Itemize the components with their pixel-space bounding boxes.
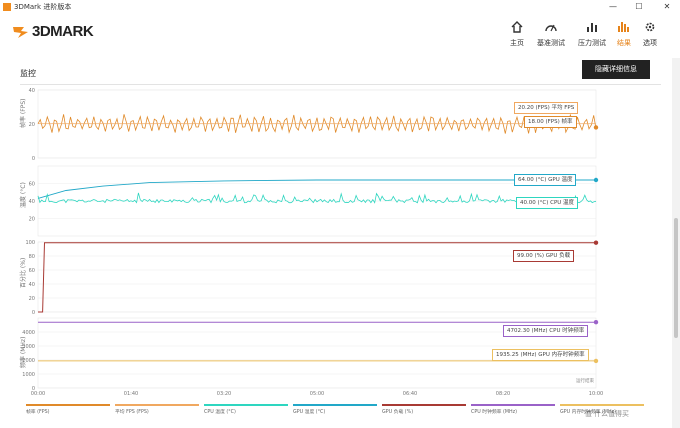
app-header: 3DMARK 主页 基准测试 压力测试 结果 选项 (0, 14, 680, 56)
3dmark-logo-icon (13, 27, 28, 38)
hide-details-button[interactable]: 隐藏详细信息 (582, 60, 650, 79)
y-tick-label: 40 (29, 199, 35, 205)
x-tick-label: 10:00 (589, 391, 603, 397)
legend-label: CPU 时钟频率 (MHz) (471, 408, 517, 415)
nav-options-label: 选项 (643, 39, 657, 47)
y-tick-label: 0 (32, 310, 35, 316)
legend-swatch (293, 404, 377, 406)
page-title: 监控 (20, 69, 36, 78)
scrollbar-thumb[interactable] (674, 218, 678, 338)
x-tick-label: 01:40 (124, 391, 138, 397)
scrollbar[interactable] (672, 58, 680, 428)
x-tick-label: 00:00 (31, 391, 45, 397)
y-tick-label: 60 (29, 268, 35, 274)
stress-chart-icon (587, 23, 597, 32)
y-tick-label: 40 (29, 282, 35, 288)
temp-axis-label: 温度 (°C) (20, 182, 27, 208)
close-button[interactable]: ✕ (654, 0, 680, 14)
legend-label: 帧率 (FPS) (26, 408, 50, 415)
gpu-clock-callout: 1935.25 (MHz) GPU 内存时钟频率 (492, 349, 589, 361)
legend-label: CPU 温度 (°C) (204, 408, 236, 415)
avgfps-callout: 20.20 (FPS) 平均 FPS (514, 102, 579, 114)
results-chart-icon (618, 22, 629, 32)
nav-home-label: 主页 (510, 39, 524, 47)
legend-label: GPU 温度 (°C) (293, 408, 325, 415)
cpu-temp-callout: 40.00 (°C) CPU 温度 (516, 197, 579, 209)
percent-axis-label: 百分比 (%) (20, 257, 27, 288)
home-icon (511, 21, 523, 33)
divider (20, 84, 661, 85)
y-tick-label: 40 (29, 88, 35, 94)
y-tick-label: 60 (29, 182, 35, 188)
fps-callout: 18.00 (FPS) 帧率 (524, 116, 577, 128)
app-window: 3DMark 进阶版本 — ☐ ✕ 3DMARK 主页 基准测试 压力测试 结果 (0, 0, 680, 428)
window-title: 3DMark 进阶版本 (14, 3, 72, 11)
x-tick-label: 06:40 (403, 391, 417, 397)
x-tick-label: 05:00 (310, 391, 324, 397)
nav-results[interactable]: 结果 (612, 18, 636, 52)
nav-results-label: 结果 (617, 39, 631, 47)
gear-icon (645, 22, 655, 32)
legend-swatch (560, 404, 644, 406)
cpu-clock-end-marker (593, 319, 599, 325)
title-bar: 3DMark 进阶版本 — ☐ ✕ (0, 0, 680, 15)
y-tick-label: 100 (25, 240, 35, 246)
nav-benchmarks-label: 基准测试 (537, 39, 565, 47)
gpu-temp-callout: 64.00 (°C) GPU 温度 (514, 174, 577, 186)
cpu-clock-callout: 4702.30 (MHz) CPU 时钟频率 (503, 325, 589, 337)
nav-stress-tests[interactable]: 压力测试 (572, 18, 612, 52)
minimize-button[interactable]: — (600, 0, 626, 14)
gpu-clock-end-marker (593, 358, 599, 364)
legend-label: 平均 FPS (FPS) (115, 408, 149, 415)
y-tick-label: 1000 (22, 372, 35, 378)
gauge-icon (545, 24, 557, 32)
nav-stress-tests-label: 压力测试 (578, 39, 606, 47)
y-tick-label: 4000 (22, 330, 35, 336)
legend-swatch (26, 404, 110, 406)
y-tick-label: 20 (29, 296, 35, 302)
legend-swatch (115, 404, 199, 406)
gpu-load-end-marker (593, 240, 599, 245)
brand-name: 3DMARK (32, 23, 94, 40)
fps-axis-label: 帧率 (FPS) (20, 98, 27, 128)
y-tick-label: 20 (29, 217, 35, 223)
y-tick-label: 0 (32, 156, 35, 162)
fps-end-marker (593, 125, 599, 130)
monitoring-chart: 0 20 40 20 40 60 0 20 40 60 80 100 0 1000 2000 3000 4000… (14, 86, 644, 426)
x-tick-label: 03:20 (217, 391, 231, 397)
legend-swatch (382, 404, 466, 406)
legend-label: GPU 负载 (%) (382, 408, 413, 415)
freq-axis-label: 频率 (MHz) (20, 336, 27, 368)
y-tick-label: 20 (29, 122, 35, 128)
legend-swatch (471, 404, 555, 406)
app-logo-icon (3, 3, 11, 11)
gpu-temp-end-marker (593, 177, 599, 183)
nav-home[interactable]: 主页 (502, 18, 532, 52)
watermark-text: 值 什么值得买 (585, 409, 629, 418)
y-tick-label: 80 (29, 254, 35, 260)
maximize-button[interactable]: ☐ (626, 0, 652, 14)
nav-options[interactable]: 选项 (638, 18, 662, 52)
gpu-load-callout: 99.00 (%) GPU 负载 (513, 250, 575, 262)
run-end-label: 运行结束 (576, 377, 594, 384)
legend-swatch (204, 404, 288, 406)
x-tick-label: 08:20 (496, 391, 510, 397)
nav-benchmarks[interactable]: 基准测试 (532, 18, 570, 52)
